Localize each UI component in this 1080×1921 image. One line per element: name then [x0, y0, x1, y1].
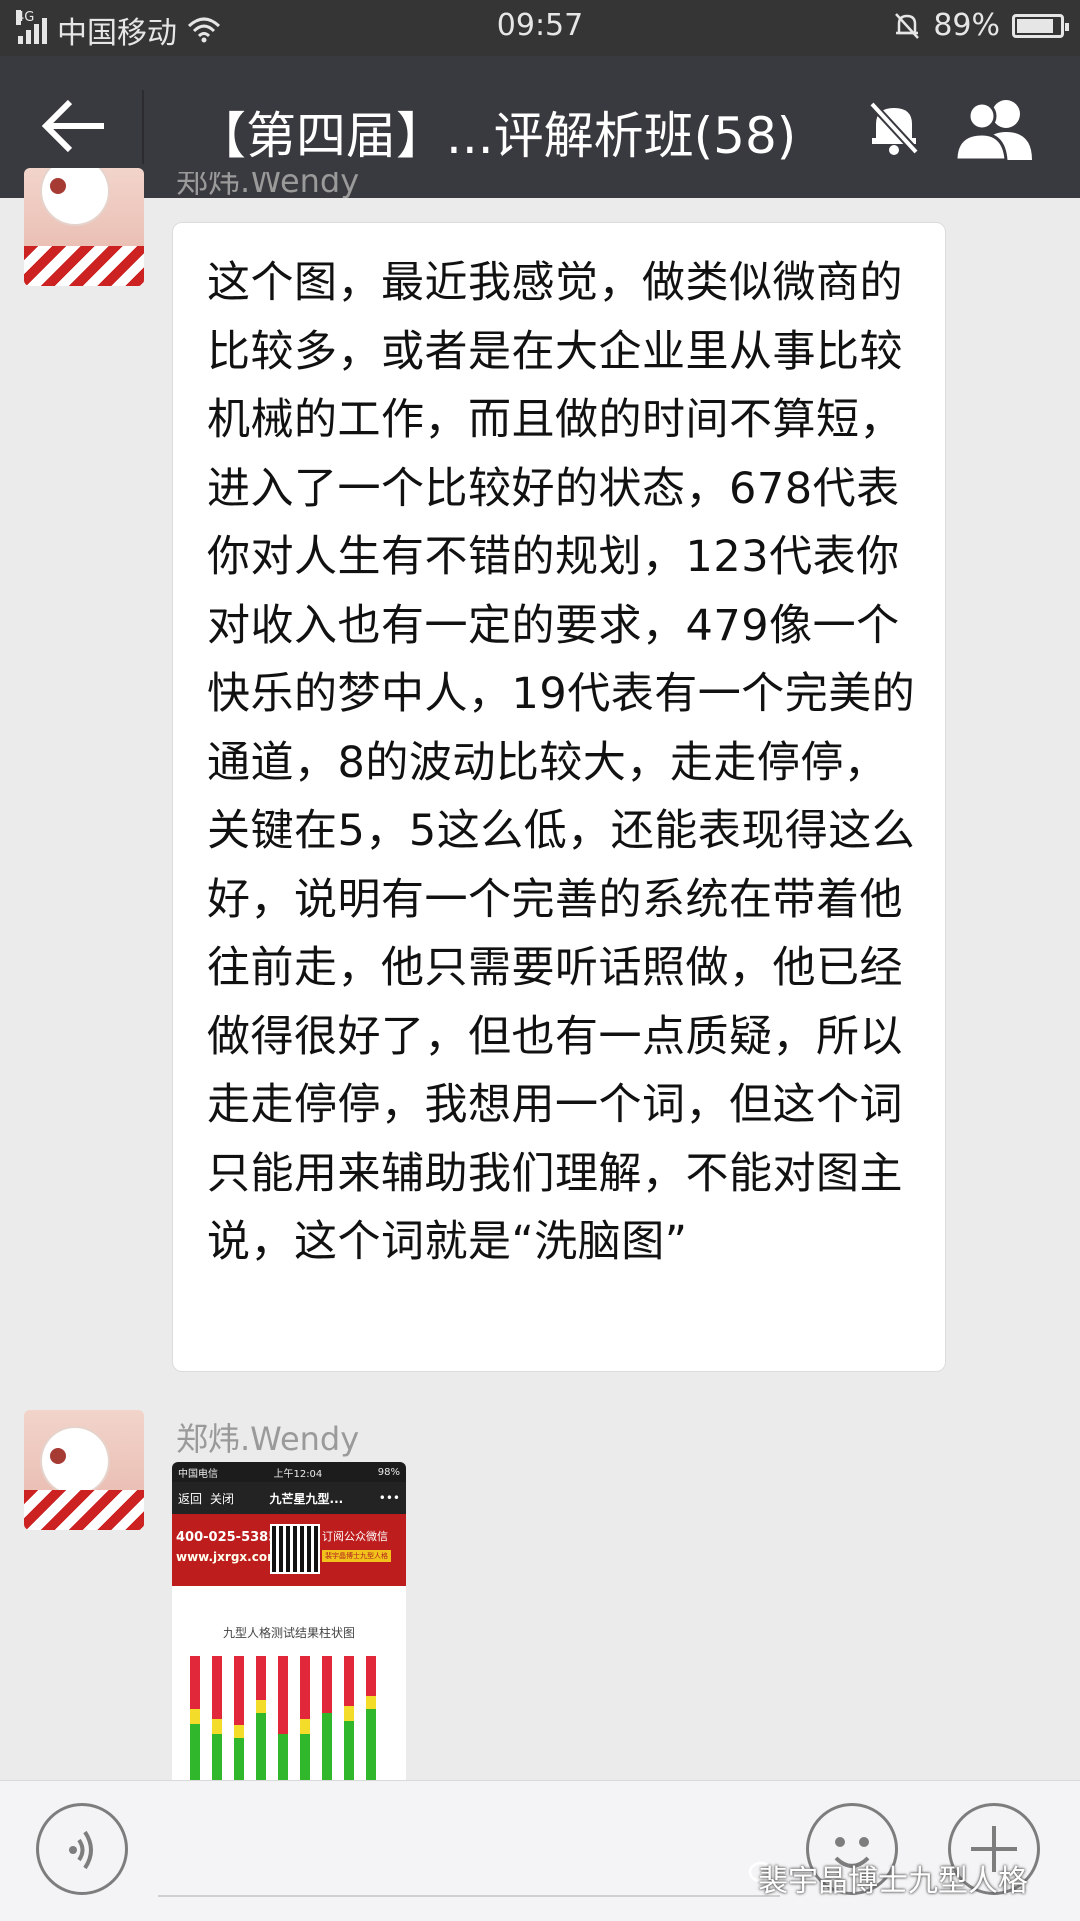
image-chart-bar-segment-yellow	[256, 1700, 266, 1713]
image-chart-bar-segment-yellow	[300, 1719, 310, 1734]
image-chart-bar-segment-red	[256, 1656, 266, 1700]
image-chart-bar	[256, 1656, 266, 1782]
image-chart-bar-segment-red	[344, 1656, 354, 1706]
image-chart-bar-segment-green	[234, 1738, 244, 1782]
image-chart-bar-segment-yellow	[234, 1725, 244, 1738]
avatar[interactable]	[24, 1410, 144, 1530]
image-chart-bar-segment-green	[322, 1713, 332, 1782]
image-chart-bar-segment-green	[190, 1724, 200, 1782]
image-chart-bar-segment-red	[322, 1656, 332, 1713]
message-input[interactable]	[158, 1895, 780, 1897]
image-chart-bar	[234, 1656, 244, 1782]
battery-icon	[1012, 13, 1069, 38]
image-chart-bar-segment-green	[212, 1734, 222, 1782]
back-arrow-icon[interactable]	[40, 96, 110, 156]
image-chart-bar-segment-red	[300, 1656, 310, 1719]
image-chart-bar-segment-red	[212, 1656, 222, 1719]
avatar-face	[42, 168, 108, 224]
image-nav-bar: 返回 关闭 九芒星九型... •••	[172, 1482, 406, 1514]
mute-icon[interactable]	[862, 96, 926, 160]
voice-icon	[69, 1830, 93, 1870]
battery-fill	[1017, 18, 1053, 33]
image-chart-bar-segment-red	[234, 1656, 244, 1725]
message-text: 这个图，最近我感觉，做类似微商的比较多，或者是在大企业里从事比较机械的工作，而且…	[207, 258, 916, 1267]
sender-name: 郑炜.Wendy	[176, 172, 359, 198]
image-phone: 400-025-5385	[176, 1530, 278, 1545]
image-chart-bar-segment-red	[190, 1656, 200, 1709]
image-chart-bar-segment-red	[278, 1656, 288, 1734]
status-bar: 4G 中国移动 09:57 89%	[0, 0, 1080, 56]
avatar[interactable]	[24, 168, 144, 286]
image-title: 九芒星九型...	[269, 1491, 344, 1506]
image-chart-bar	[344, 1656, 354, 1782]
image-chart-bar-segment-green	[300, 1734, 310, 1782]
header-divider	[142, 90, 144, 164]
voice-button[interactable]	[36, 1803, 128, 1895]
image-more: •••	[378, 1491, 400, 1505]
image-chart-bar	[300, 1656, 310, 1782]
image-banner: 400-025-5385 www.jxrgx.com 订阅公众微信 裴宇晶博士九…	[172, 1514, 406, 1586]
group-members-icon[interactable]	[952, 96, 1038, 160]
image-close: 关闭	[210, 1491, 235, 1506]
image-battery: 98%	[377, 1466, 400, 1478]
image-chart-bar-segment-green	[278, 1734, 288, 1782]
avatar-stripes	[24, 1490, 144, 1530]
image-chart-bar-segment-yellow	[366, 1696, 376, 1709]
sender-name: 郑炜.Wendy	[176, 1420, 360, 1458]
chat-header: 【第四届】...评解析班(58)	[0, 56, 1080, 198]
image-chart-bar-segment-yellow	[190, 1709, 200, 1724]
image-status-bar: 中国电信 上午12:04 98%	[172, 1462, 406, 1482]
chat-title[interactable]: 【第四届】...评解析班(58)	[196, 96, 796, 168]
image-url: www.jxrgx.com	[176, 1550, 280, 1564]
qr-code-icon	[270, 1524, 320, 1574]
avatar-nose	[50, 1448, 66, 1464]
image-chart-bar-segment-green	[344, 1721, 354, 1781]
image-chart-title: 九型人格测试结果柱状图	[222, 1626, 355, 1640]
image-chart: 九型人格测试结果柱状图	[172, 1586, 406, 1782]
image-chart-bar	[322, 1656, 332, 1782]
image-chart-bar	[278, 1656, 288, 1782]
image-chart-bar-segment-yellow	[212, 1719, 222, 1734]
sender-name-text: 郑炜.Wendy	[176, 172, 360, 198]
image-chart-bar-segment-red	[366, 1656, 376, 1696]
alarm-off-icon	[895, 12, 920, 39]
image-badge: 裴宇晶博士九型人格	[322, 1550, 391, 1562]
avatar-nose	[50, 178, 66, 194]
avatar-stripes	[24, 246, 144, 286]
text-message-bubble[interactable]: 这个图，最近我感觉，做类似微商的比较多，或者是在大企业里从事比较机械的工作，而且…	[172, 222, 946, 1372]
image-back: 返回	[178, 1491, 203, 1506]
image-chart-bar	[190, 1656, 200, 1782]
image-carrier: 中国电信	[178, 1468, 218, 1480]
status-right: 89%	[893, 8, 1069, 43]
image-message[interactable]: 中国电信 上午12:04 98% 返回 关闭 九芒星九型... ••• 400-…	[172, 1462, 406, 1782]
image-time: 上午12:04	[273, 1468, 323, 1480]
image-chart-bar	[366, 1656, 376, 1782]
watermark-text: 裴宇晶博士九型人格	[758, 1864, 1028, 1899]
image-chart-bar	[212, 1656, 222, 1782]
battery-percent: 89%	[933, 8, 1000, 43]
image-subscribe: 订阅公众微信	[322, 1530, 388, 1543]
image-chart-bar-segment-green	[366, 1709, 376, 1782]
image-chart-bar-segment-yellow	[344, 1706, 354, 1721]
image-chart-bar-segment-green	[256, 1713, 266, 1782]
image-chart-bars	[190, 1656, 386, 1782]
